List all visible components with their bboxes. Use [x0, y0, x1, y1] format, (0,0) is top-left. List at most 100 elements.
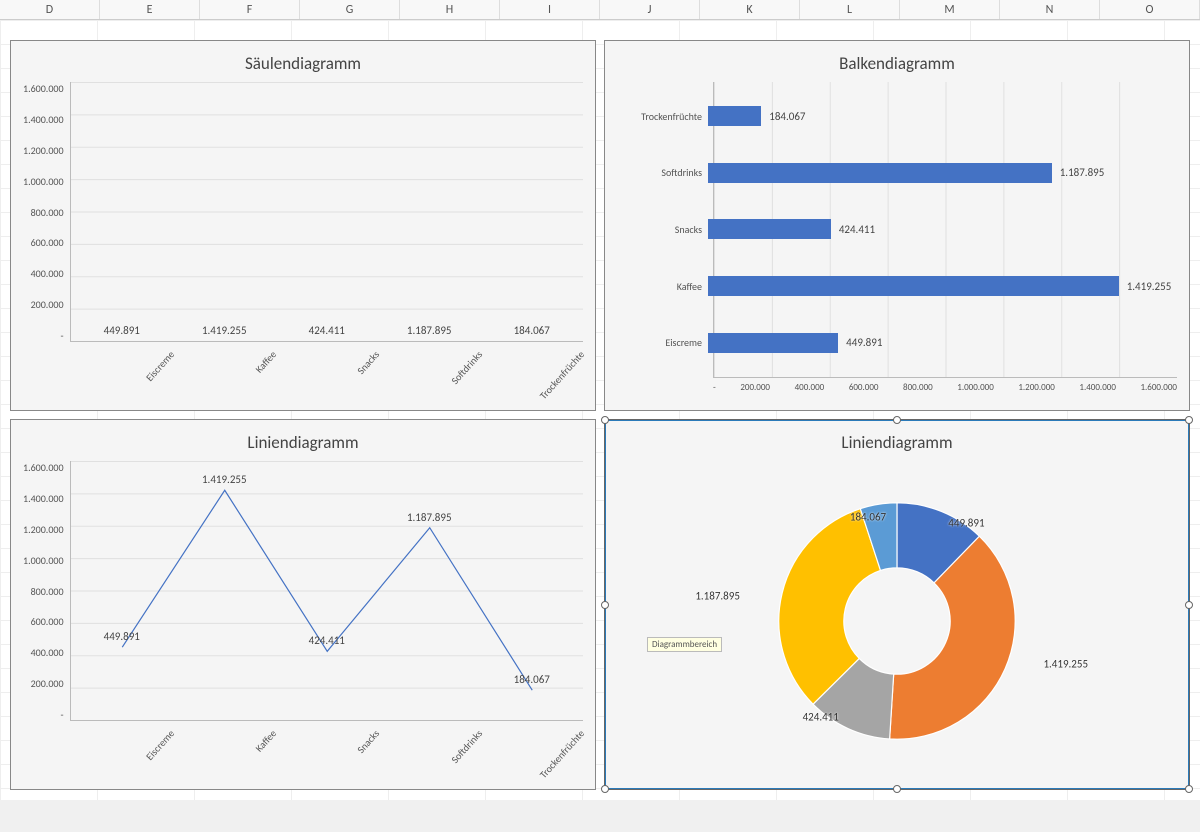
resize-handle[interactable] [1185, 785, 1193, 793]
resize-handle[interactable] [601, 601, 609, 609]
donut-chart[interactable]: Liniendiagramm Diagrammbereich 449.8911.… [604, 419, 1190, 790]
column-header[interactable]: K [700, 0, 800, 19]
line-chart[interactable]: Liniendiagramm 1.600.0001.400.0001.200.0… [10, 419, 596, 790]
x-tick: 1.200.000 [1018, 382, 1054, 402]
data-label: 1.419.255 [202, 324, 247, 337]
chart-title: Balkendiagramm [617, 53, 1177, 74]
y-tick: 1.200.000 [23, 144, 64, 157]
y-tick: 1.400.000 [23, 492, 64, 505]
plot-area: 1.600.0001.400.0001.200.0001.000.000800.… [23, 82, 583, 402]
y-axis: 1.600.0001.400.0001.200.0001.000.000800.… [23, 82, 70, 342]
data-label: 1.419.255 [1043, 657, 1088, 670]
data-label: 184.067 [514, 673, 550, 686]
data-label: 1.187.895 [1060, 166, 1105, 179]
data-label: 424.411 [309, 324, 345, 337]
y-tick: - [60, 329, 63, 342]
data-label: 1.419.255 [202, 473, 247, 486]
x-tick: Snacks [311, 727, 413, 832]
column-header[interactable]: H [400, 0, 500, 19]
column-header[interactable]: G [300, 0, 400, 19]
bars: 449.891 1.419.255 424.411 1.187.895 184.067 [70, 82, 583, 342]
x-tick: 800.000 [903, 382, 933, 402]
bar-row: Trockenfrüchte184.067 [714, 102, 1177, 130]
bar-chart[interactable]: Balkendiagramm Trockenfrüchte184.067Soft… [604, 40, 1190, 411]
resize-handle[interactable] [1185, 601, 1193, 609]
y-tick: 200.000 [31, 298, 64, 311]
chart-title: Säulendiagramm [23, 53, 583, 74]
resize-handle[interactable] [893, 416, 901, 424]
x-tick: - [713, 382, 716, 402]
column-header[interactable]: J [600, 0, 700, 19]
column-header[interactable]: D [0, 0, 100, 19]
bar[interactable] [708, 219, 831, 239]
y-tick: 200.000 [31, 677, 64, 690]
bar-row: Eiscreme449.891 [714, 329, 1177, 357]
data-label: 184.067 [850, 510, 886, 523]
chart-grid: Säulendiagramm 1.600.000 1.400.000 1.200.0… [10, 40, 1190, 790]
x-tick: 600.000 [849, 382, 879, 402]
x-tick: Kaffee [208, 727, 310, 832]
data-label: 1.187.895 [407, 324, 452, 337]
y-tick: Softdrinks [618, 166, 708, 179]
data-label: 184.067 [769, 110, 805, 123]
column-chart[interactable]: Säulendiagramm 1.600.000 1.400.000 1.200.0… [10, 40, 596, 411]
data-label: 1.419.255 [1127, 280, 1172, 293]
data-label: 1.187.895 [695, 590, 740, 603]
y-axis: 1.600.000 1.400.000 1.200.000 1.000.000 800.… [23, 461, 70, 721]
column-header[interactable]: F [200, 0, 300, 19]
column-header[interactable]: E [100, 0, 200, 19]
resize-handle[interactable] [601, 785, 609, 793]
x-tick: 400.000 [795, 382, 825, 402]
plot-area: Trockenfrüchte184.067Softdrinks1.187.895… [617, 82, 1177, 402]
bar[interactable] [708, 276, 1119, 296]
data-label: 184.067 [514, 324, 550, 337]
x-tick: 1.400.000 [1079, 382, 1115, 402]
y-tick: Eiscreme [618, 336, 708, 349]
resize-handle[interactable] [601, 416, 609, 424]
x-tick: Eiscreme [105, 727, 207, 832]
bar[interactable] [708, 333, 838, 353]
column-header-row: DEFGHIJKLMNO [0, 0, 1200, 20]
column-header[interactable]: L [800, 0, 900, 19]
y-tick: 1.600.000 [23, 461, 64, 474]
y-tick: 1.200.000 [23, 523, 64, 536]
x-tick: 200.000 [740, 382, 770, 402]
y-tick: 1.000.000 [23, 175, 64, 188]
resize-handle[interactable] [1185, 416, 1193, 424]
y-tick: 1.600.000 [23, 82, 64, 95]
y-tick: - [60, 708, 63, 721]
column-header[interactable]: M [900, 0, 1000, 19]
x-axis: - 200.000 400.000 600.000 800.000 1.000.000 1.… [713, 378, 1177, 402]
y-tick: Trockenfrüchte [618, 110, 708, 123]
column-header[interactable]: O [1100, 0, 1200, 19]
x-tick: Trockenfrüchte [516, 727, 618, 832]
plot-area: 1.600.000 1.400.000 1.200.000 1.000.000 800.… [23, 461, 583, 781]
y-tick: Kaffee [618, 280, 708, 293]
resize-handle[interactable] [893, 785, 901, 793]
bar[interactable] [708, 106, 761, 126]
plot-area: Diagrammbereich 449.8911.419.255424.4111… [617, 461, 1177, 781]
x-axis: EiscremeKaffeeSnacksSoftdrinksTrockenfrü… [70, 721, 583, 781]
bar-row: Kaffee1.419.255 [714, 272, 1177, 300]
data-label: 449.891 [846, 336, 882, 349]
line-area: 449.8911.419.255424.4111.187.895184.067 [70, 461, 583, 721]
column-header[interactable]: N [1000, 0, 1100, 19]
bar-row: Snacks424.411 [714, 215, 1177, 243]
column-header[interactable]: I [500, 0, 600, 19]
y-tick: 1.400.000 [23, 113, 64, 126]
y-tick: 1.000.000 [23, 554, 64, 567]
y-tick: 800.000 [31, 585, 64, 598]
data-label: 1.187.895 [407, 511, 452, 524]
y-tick: 600.000 [31, 615, 64, 628]
x-axis: EiscremeKaffeeSnacksSoftdrinksTrockenfrü… [70, 342, 583, 402]
y-tick: 600.000 [31, 236, 64, 249]
data-label: 424.411 [839, 223, 875, 236]
chart-area-tooltip: Diagrammbereich [647, 637, 722, 652]
worksheet-area[interactable]: Säulendiagramm 1.600.000 1.400.000 1.200.0… [0, 20, 1200, 800]
line-series[interactable] [122, 490, 532, 690]
x-tick: 1.000.000 [957, 382, 993, 402]
y-tick: 400.000 [31, 646, 64, 659]
data-label: 449.891 [104, 324, 140, 337]
y-tick: 400.000 [31, 267, 64, 280]
bar[interactable] [708, 163, 1052, 183]
